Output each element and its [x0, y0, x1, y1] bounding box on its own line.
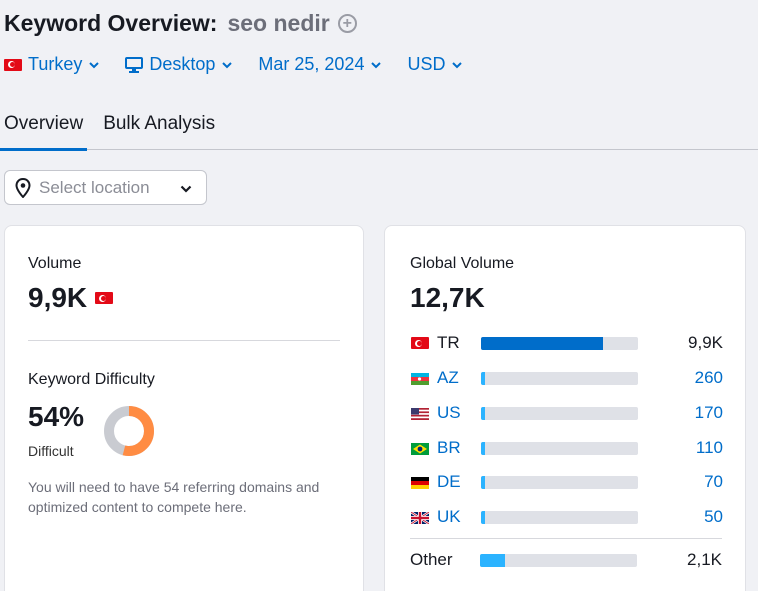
- device-label: Desktop: [149, 54, 216, 74]
- global-volume-label: Global Volume: [410, 255, 515, 272]
- volume-bar: [481, 406, 638, 420]
- difficulty-level: Difficult: [28, 443, 74, 459]
- country-row[interactable]: US 170: [411, 402, 723, 424]
- volume-value-row: 9,9K: [28, 282, 114, 314]
- country-volume[interactable]: 50: [704, 507, 723, 527]
- country-code[interactable]: US: [437, 403, 481, 423]
- country-code[interactable]: DE: [437, 472, 481, 492]
- volume-bar: [481, 336, 638, 350]
- country-code[interactable]: BR: [437, 438, 481, 458]
- location-placeholder: Select location: [39, 177, 150, 197]
- country-code: TR: [437, 333, 460, 352]
- volume-bar: [481, 475, 638, 489]
- country-row[interactable]: UK 50: [410, 506, 723, 528]
- turkey-flag-icon: [95, 292, 114, 304]
- tab-bar: Overview Bulk Analysis: [0, 112, 758, 151]
- date-dropdown[interactable]: Mar 25, 2024: [258, 54, 382, 75]
- usa-flag-icon: [411, 407, 429, 420]
- tab-bulk-analysis[interactable]: Bulk Analysis: [99, 112, 219, 150]
- volume-bar-fill: [481, 406, 485, 420]
- divider: [28, 340, 340, 341]
- country-row[interactable]: BR 110: [411, 437, 723, 459]
- other-row: Other 2,1K: [410, 549, 722, 571]
- volume-bar-fill: [481, 336, 603, 350]
- page-title: Keyword Overview: seo nedir +: [4, 10, 357, 37]
- global-volume-card: Global Volume 12,7K TR 9,9K AZ 260 US 17…: [384, 225, 746, 591]
- country-row[interactable]: AZ 260: [411, 367, 723, 389]
- country-volume[interactable]: 110: [696, 438, 723, 458]
- volume-bar-fill: [481, 371, 485, 385]
- difficulty-value: 54%: [28, 401, 85, 432]
- location-select[interactable]: Select location: [4, 170, 207, 205]
- currency-dropdown[interactable]: USD: [407, 54, 463, 75]
- country-volume[interactable]: 70: [704, 472, 723, 492]
- divider: [410, 538, 722, 539]
- title-text: Keyword Overview:: [4, 10, 218, 36]
- chevron-down-icon: [222, 61, 233, 68]
- chevron-down-icon: [180, 185, 192, 193]
- volume-bar: [481, 510, 638, 524]
- country-volume: 9,9K: [688, 333, 723, 352]
- country-volume[interactable]: 260: [695, 368, 723, 388]
- global-volume-value: 12,7K: [410, 282, 485, 313]
- azerbaijan-flag-icon: [411, 372, 429, 385]
- uk-flag-icon: [410, 511, 430, 525]
- location-pin-icon: [15, 177, 31, 198]
- country-row[interactable]: DE 70: [411, 471, 723, 493]
- volume-value: 9,9K: [28, 282, 88, 313]
- currency-label: USD: [407, 54, 446, 74]
- volume-bar-fill: [481, 441, 485, 455]
- volume-bar: [481, 371, 638, 385]
- volume-bar: [481, 441, 638, 455]
- chevron-down-icon: [89, 61, 100, 68]
- turkey-flag-icon: [411, 337, 429, 349]
- device-dropdown[interactable]: Desktop: [125, 54, 233, 75]
- date-label: Mar 25, 2024: [258, 54, 365, 74]
- country-label: Turkey: [28, 54, 83, 74]
- page-header: Keyword Overview: seo nedir + Turkey Des…: [0, 0, 758, 151]
- volume-bar: [480, 553, 637, 567]
- chevron-down-icon: [452, 61, 463, 68]
- brazil-flag-icon: [411, 442, 429, 455]
- chevron-down-icon: [371, 61, 382, 68]
- country-code[interactable]: AZ: [437, 368, 481, 388]
- difficulty-description: You will need to have 54 referring domai…: [28, 479, 320, 515]
- country-row: TR 9,9K: [411, 332, 723, 354]
- tab-overview[interactable]: Overview: [0, 112, 88, 151]
- keyword-text: seo nedir: [227, 10, 330, 36]
- volume-bar-fill: [481, 510, 485, 524]
- volume-bar-fill: [480, 553, 505, 567]
- difficulty-donut: [104, 406, 154, 456]
- filter-bar: Turkey Desktop Mar 25, 2024 USD: [4, 54, 488, 75]
- country-volume[interactable]: 170: [695, 403, 723, 423]
- turkey-flag-icon: [4, 58, 22, 71]
- desktop-icon: [125, 56, 144, 73]
- volume-label: Volume: [28, 255, 82, 272]
- difficulty-label: Keyword Difficulty: [28, 371, 155, 388]
- country-dropdown[interactable]: Turkey: [4, 54, 100, 75]
- volume-bar-fill: [481, 475, 485, 489]
- germany-flag-icon: [411, 476, 429, 489]
- volume-card: Volume 9,9K Keyword Difficulty 54% Diffi…: [4, 225, 364, 591]
- country-code[interactable]: UK: [437, 507, 481, 527]
- other-label: Other: [410, 550, 453, 569]
- other-volume: 2,1K: [687, 550, 722, 569]
- add-keyword-icon[interactable]: +: [337, 14, 357, 33]
